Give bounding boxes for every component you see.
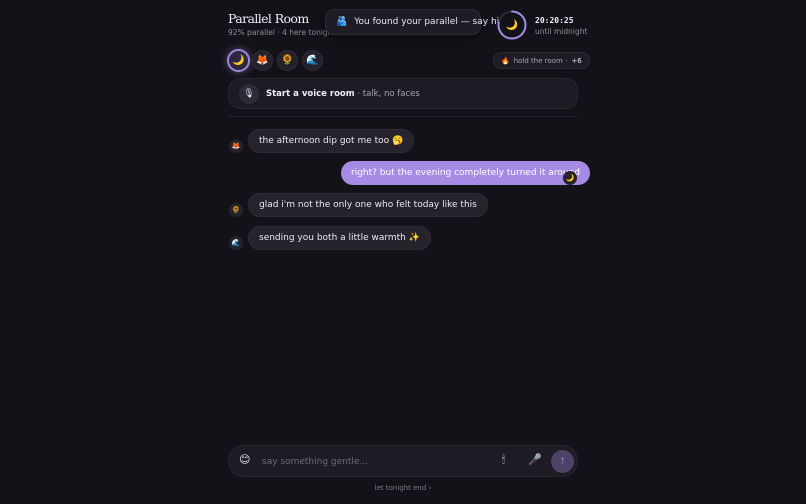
wave-icon: 🌊	[306, 55, 319, 66]
message-input[interactable]	[262, 453, 492, 471]
moon-icon: 🌙	[505, 19, 519, 31]
hold-label: hold the room ·	[513, 56, 568, 65]
parallel-toast[interactable]: 🫂 You found your parallel — say hi	[325, 9, 499, 35]
voice-room-title: Start a voice room	[266, 88, 355, 99]
avatar-fox[interactable]: 🦊	[252, 50, 273, 71]
emoji-icon[interactable]: 😊	[239, 454, 250, 465]
fire-icon: 🔥	[501, 56, 510, 65]
sunflower-icon: 🌻	[281, 55, 294, 66]
avatar-sunflower[interactable]: 🌻	[277, 50, 298, 71]
microphone-icon: 🎙	[239, 83, 259, 104]
mic-icon[interactable]: 🎤	[528, 454, 542, 465]
end-night-link[interactable]: let tonight end ›	[228, 484, 578, 492]
arrow-up-icon: ↑	[558, 456, 567, 467]
candle-icon[interactable]: 🕯	[502, 454, 505, 465]
send-button[interactable]: ↑	[551, 450, 574, 473]
wave-icon: 🌊	[229, 236, 243, 250]
message-bubble: the afternoon dip got me too 🥱	[248, 129, 415, 153]
sunflower-icon: 🌻	[229, 203, 243, 217]
page-title: Parallel Room	[228, 11, 309, 26]
message-bubble: glad i'm not the only one who felt today…	[248, 193, 488, 217]
divider	[228, 116, 578, 117]
moon-icon: 🌙	[232, 55, 245, 66]
toast-text: You found your parallel — say hi	[354, 17, 500, 27]
fox-icon: 🦊	[256, 55, 269, 66]
start-voice-room-button[interactable]: 🎙 Start a voice room · talk, no faces	[228, 78, 578, 109]
message-bubble: sending you both a little warmth ✨	[248, 226, 431, 250]
countdown-clock: 20:20:25	[535, 16, 574, 25]
countdown-caption: until midnight	[535, 27, 588, 36]
voice-room-detail: · talk, no faces	[354, 88, 420, 99]
hold-count: +6	[571, 56, 582, 65]
room-subtitle: 92% parallel · 4 here tonight	[228, 28, 336, 37]
countdown-ring: 🌙	[496, 9, 528, 41]
message-composer: 😊 🕯 🎤 ↑	[228, 445, 578, 477]
hug-icon: 🫂	[336, 16, 348, 27]
voice-room-label: Start a voice room · talk, no faces	[266, 89, 420, 99]
fox-icon: 🦊	[229, 139, 243, 153]
avatar-moon[interactable]: 🌙	[227, 49, 250, 72]
avatar-wave[interactable]: 🌊	[302, 50, 323, 71]
hold-room-button[interactable]: 🔥 hold the room · +6	[493, 52, 590, 69]
message-bubble-mine: right? but the evening completely turned…	[341, 161, 590, 185]
moon-icon: 🌙	[563, 171, 577, 185]
